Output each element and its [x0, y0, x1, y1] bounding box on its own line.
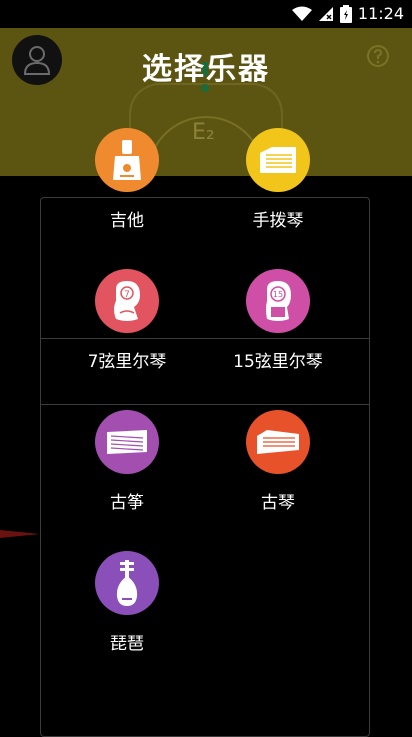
pipa-badge — [95, 551, 159, 615]
guitar-badge — [95, 128, 159, 192]
lyre-7-icon: 7 — [114, 281, 140, 321]
signal-icon — [318, 6, 333, 21]
instrument-15-string-lyre[interactable]: 15 15弦里尔琴 — [208, 269, 348, 372]
instrument-guzheng[interactable]: 古筝 — [57, 410, 197, 513]
svg-text:15: 15 — [273, 290, 283, 299]
instrument-guitar[interactable]: 吉他 — [57, 128, 197, 231]
instrument-label: 古筝 — [110, 493, 144, 513]
instrument-label: 15弦里尔琴 — [233, 352, 323, 372]
decorative-arrow — [0, 522, 42, 556]
guitar-icon — [113, 140, 141, 180]
guqin-icon — [257, 430, 299, 454]
autoharp-icon — [260, 147, 296, 173]
instrument-label: 手拨琴 — [252, 211, 304, 231]
lyre-15-icon: 15 — [266, 281, 291, 321]
status-icons: 11:24 — [291, 4, 404, 23]
instrument-label: 7弦里尔琴 — [87, 352, 167, 372]
instrument-7-string-lyre[interactable]: 7 7弦里尔琴 — [57, 269, 197, 372]
modal-title: 选择乐器 — [142, 52, 270, 87]
instrument-guqin[interactable]: 古琴 — [208, 410, 348, 513]
instrument-autoharp[interactable]: 手拨琴 — [208, 128, 348, 231]
panel-divider — [40, 404, 370, 405]
battery-icon — [339, 4, 352, 23]
instrument-label: 琵琶 — [110, 634, 144, 654]
wifi-icon — [291, 6, 312, 21]
lyre7-badge: 7 — [95, 269, 159, 333]
autoharp-badge — [246, 128, 310, 192]
guqin-badge — [246, 410, 310, 474]
svg-text:7: 7 — [124, 290, 130, 300]
instrument-label: 古琴 — [261, 493, 295, 513]
pipa-icon — [116, 560, 138, 606]
lyre15-badge: 15 — [246, 269, 310, 333]
instrument-pipa[interactable]: 琵琶 — [57, 551, 197, 654]
guzheng-badge — [95, 410, 159, 474]
guzheng-icon — [107, 430, 147, 454]
status-time: 11:24 — [357, 4, 404, 23]
status-bar: 11:24 — [0, 0, 412, 28]
instrument-label: 吉他 — [110, 211, 144, 231]
